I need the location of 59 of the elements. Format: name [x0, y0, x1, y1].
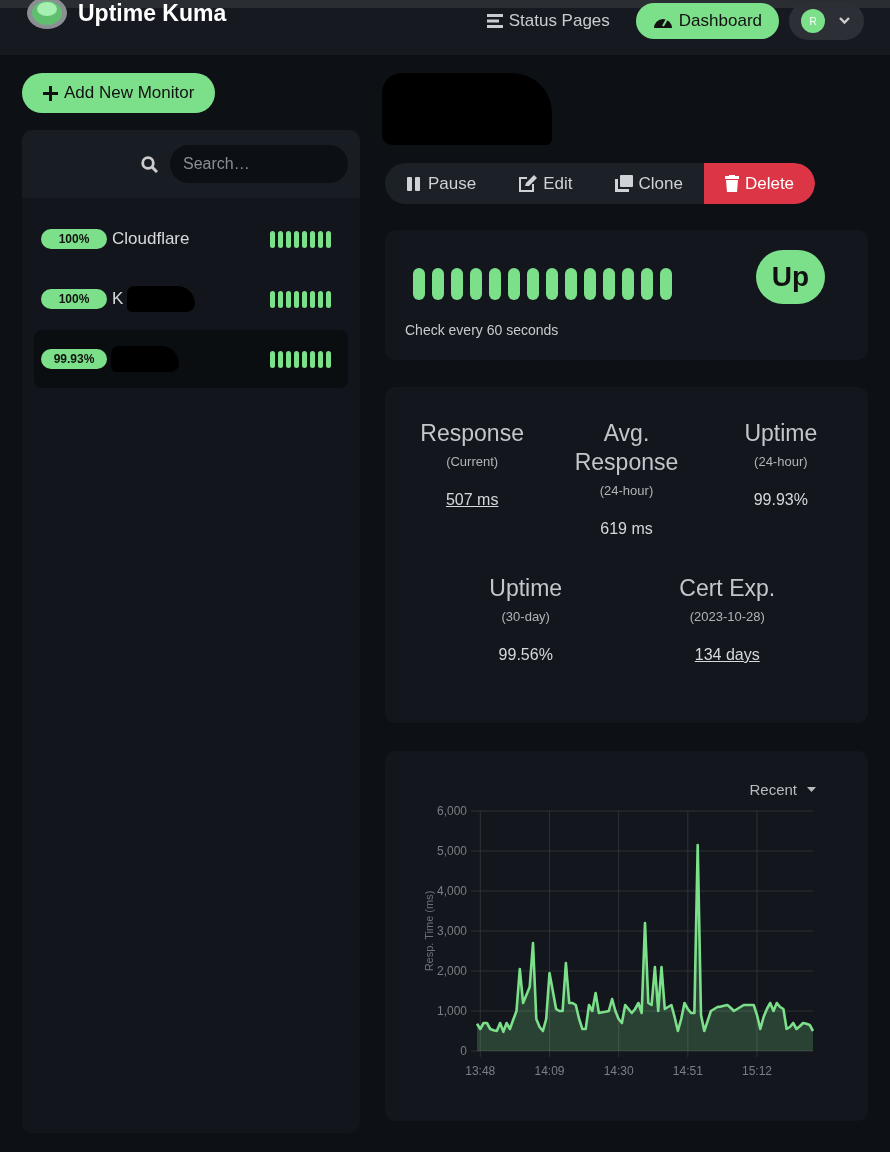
list-icon	[486, 14, 503, 28]
y-tick-label: 0	[460, 1044, 467, 1058]
x-tick-label: 14:30	[603, 1064, 634, 1078]
stat-period: (30-day)	[501, 609, 550, 624]
check-interval-text: Check every 60 seconds	[405, 322, 560, 338]
chevron-down-icon	[839, 17, 850, 25]
status-badge: Up	[755, 250, 825, 304]
stat-title: Response	[419, 419, 525, 448]
x-tick-label: 13:48	[465, 1064, 496, 1078]
stat-title: Cert Exp.	[678, 574, 777, 603]
y-axis-label: Resp. Time (ms)	[423, 890, 435, 972]
pause-button[interactable]: Pause	[385, 163, 498, 204]
stat-title: Uptime	[743, 419, 819, 448]
app-name: Uptime Kuma	[78, 0, 227, 27]
y-tick-label: 6,000	[436, 804, 467, 818]
stat-value: 99.93%	[753, 491, 808, 509]
avatar: R	[801, 9, 825, 33]
y-tick-label: 5,000	[436, 844, 467, 858]
delete-button[interactable]: Delete	[703, 163, 816, 204]
x-tick-label: 14:09	[534, 1064, 565, 1078]
stat-period: (24-hour)	[754, 454, 808, 469]
add-monitor-button[interactable]: Add New Monitor	[22, 73, 216, 113]
stat-title: Avg. Response	[573, 419, 680, 477]
y-tick-label: 2,000	[436, 964, 467, 978]
search-field[interactable]: Search…	[170, 145, 348, 183]
edit-button[interactable]: Edit	[497, 163, 594, 204]
monitor-item[interactable]: 100% K	[34, 270, 348, 328]
clone-button[interactable]: Clone	[593, 163, 704, 204]
stat-title: Uptime	[488, 574, 564, 603]
copy-icon	[614, 175, 633, 192]
uptime-badge: 99.93%	[41, 349, 107, 369]
y-tick-label: 3,000	[436, 924, 467, 938]
stat-period: (24-hour)	[599, 483, 654, 498]
stat-period: (2023-10-28)	[689, 609, 765, 624]
y-tick-label: 1,000	[436, 1004, 467, 1018]
monitor-name: K	[112, 289, 124, 309]
trash-icon	[724, 175, 739, 192]
caret-icon	[807, 787, 816, 792]
stat-value: 619 ms	[600, 520, 653, 538]
search-icon	[141, 155, 158, 173]
monitor-item[interactable]: 100% Cloudflare	[34, 210, 348, 268]
uptime-badge: 100%	[41, 229, 107, 249]
stat-link[interactable]: 507 ms	[445, 491, 499, 509]
monitor-item[interactable]: 99.93%	[34, 330, 348, 388]
plus-icon	[43, 85, 58, 101]
pause-icon	[406, 175, 422, 192]
logo-icon	[26, 0, 68, 30]
nav-link[interactable]: Status Pages	[486, 11, 610, 31]
stat-value: 99.56%	[498, 646, 553, 664]
nav-button[interactable]: Dashboard	[635, 3, 779, 39]
x-tick-label: 15:12	[742, 1064, 772, 1078]
edit-icon	[518, 175, 538, 192]
uptime-badge: 100%	[41, 289, 107, 309]
stat-link[interactable]: 134 days	[694, 646, 760, 664]
range-dropdown[interactable]: Recent	[749, 781, 816, 798]
y-tick-label: 4,000	[436, 884, 467, 898]
monitor-name: Cloudflare	[112, 229, 190, 249]
x-tick-label: 14:51	[672, 1064, 703, 1078]
stat-period: (Current)	[446, 454, 499, 469]
